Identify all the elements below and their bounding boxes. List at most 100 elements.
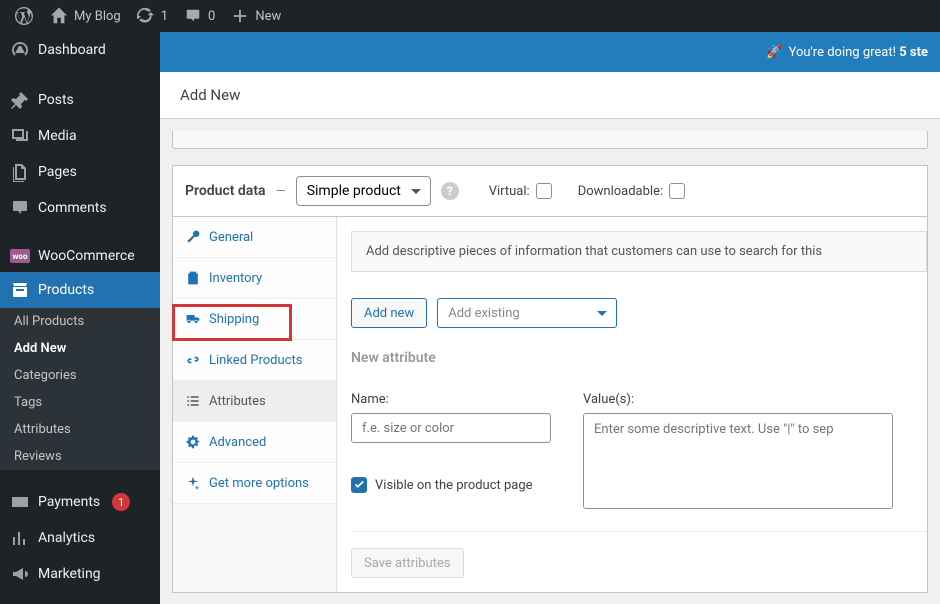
wrench-icon [185, 229, 201, 245]
payments-badge: 1 [112, 493, 130, 511]
downloadable-label: Downloadable: [578, 184, 663, 199]
attributes-pane: Add descriptive pieces of information th… [337, 217, 927, 592]
virtual-toggle[interactable]: Virtual: [489, 183, 552, 199]
sidebar-item-woocommerce[interactable]: woo WooCommerce [0, 240, 160, 272]
truck-icon [185, 311, 201, 327]
attribute-name-input[interactable] [351, 413, 551, 443]
tab-get-more[interactable]: Get more options [173, 463, 336, 504]
sidebar-label: Payments [38, 494, 100, 510]
sidebar-label: Pages [38, 164, 77, 180]
sidebar-item-posts[interactable]: Posts [0, 82, 160, 118]
sidebar-item-pages[interactable]: Pages [0, 154, 160, 190]
new-attribute-heading: New attribute [351, 350, 927, 366]
list-icon [185, 393, 201, 409]
submenu-add-new[interactable]: Add New [0, 335, 160, 362]
tab-label: Inventory [209, 271, 262, 286]
plus-icon [231, 7, 249, 25]
tab-attributes[interactable]: Attributes [173, 381, 336, 422]
tab-label: Linked Products [209, 353, 302, 368]
submenu-categories[interactable]: Categories [0, 362, 160, 389]
sidebar-item-media[interactable]: Media [0, 118, 160, 154]
sidebar-label: Posts [38, 92, 74, 108]
site-home[interactable]: My Blog [42, 0, 129, 32]
tab-label: Advanced [209, 435, 266, 450]
name-label: Name: [351, 392, 551, 407]
help-icon[interactable]: ? [441, 182, 459, 200]
sidebar-item-analytics[interactable]: Analytics [0, 520, 160, 556]
pages-icon [10, 162, 30, 182]
banner-text: You're doing great! [789, 45, 900, 60]
tab-label: General [209, 230, 253, 245]
sidebar-item-marketing[interactable]: Marketing [0, 556, 160, 592]
analytics-icon [10, 528, 30, 548]
virtual-label: Virtual: [489, 184, 530, 199]
sidebar-item-dashboard[interactable]: Dashboard [0, 32, 160, 68]
new-label: New [255, 9, 281, 24]
save-attributes-button[interactable]: Save attributes [351, 548, 464, 578]
comments-icon [10, 198, 30, 218]
submenu-attributes[interactable]: Attributes [0, 416, 160, 443]
downloadable-checkbox[interactable] [669, 183, 685, 199]
home-icon [50, 7, 68, 25]
comments-count: 0 [208, 9, 215, 24]
submenu-all-products[interactable]: All Products [0, 308, 160, 335]
virtual-checkbox[interactable] [536, 183, 552, 199]
comments[interactable]: 0 [176, 0, 223, 32]
sidebar-item-payments[interactable]: Payments 1 [0, 484, 160, 520]
banner-bold: 5 ste [899, 45, 928, 60]
attribute-values-input[interactable] [583, 413, 893, 509]
product-data-panel: Product data — Simple product ? Virtual:… [172, 165, 928, 593]
products-icon [10, 280, 30, 300]
new-content[interactable]: New [223, 0, 289, 32]
site-name: My Blog [74, 9, 121, 24]
sidebar-item-comments[interactable]: Comments [0, 190, 160, 226]
sidebar-item-products[interactable]: Products [0, 272, 160, 308]
sidebar-label: WooCommerce [38, 248, 135, 264]
tab-inventory[interactable]: Inventory [173, 258, 336, 299]
check-icon [353, 479, 365, 491]
content-area: 🚀 You're doing great! 5 ste Add New Prod… [160, 32, 940, 604]
rocket-icon: 🚀 [766, 45, 782, 60]
clipboard-icon [185, 270, 201, 286]
submenu-tags[interactable]: Tags [0, 389, 160, 416]
wp-logo[interactable] [6, 0, 42, 32]
tab-label: Attributes [209, 394, 266, 409]
add-new-attribute-button[interactable]: Add new [351, 298, 427, 328]
product-data-tabs: General Inventory Shipping Linked Produc… [173, 217, 337, 592]
comment-icon [184, 7, 202, 25]
downloadable-toggle[interactable]: Downloadable: [578, 183, 685, 199]
submenu-reviews[interactable]: Reviews [0, 443, 160, 470]
marketing-icon [10, 564, 30, 584]
admin-sidebar: Dashboard Posts Media Pages Comments woo… [0, 32, 160, 604]
tab-advanced[interactable]: Advanced [173, 422, 336, 463]
media-icon [10, 126, 30, 146]
completion-banner: 🚀 You're doing great! 5 ste [160, 32, 940, 72]
tab-label: Shipping [209, 312, 259, 327]
link-icon [185, 352, 201, 368]
updates[interactable]: 1 [129, 0, 176, 32]
visible-label: Visible on the product page [375, 478, 533, 493]
sparkle-icon [185, 475, 201, 491]
tab-shipping[interactable]: Shipping [173, 299, 336, 340]
metabox-fragment [172, 131, 928, 149]
update-icon [137, 7, 155, 25]
wordpress-icon [14, 6, 34, 26]
attributes-description: Add descriptive pieces of information th… [351, 231, 927, 272]
sidebar-label: Products [38, 282, 94, 298]
dashboard-icon [10, 40, 30, 60]
product-type-select[interactable]: Simple product [296, 176, 431, 206]
tab-linked[interactable]: Linked Products [173, 340, 336, 381]
payments-icon [10, 492, 30, 512]
product-data-header: Product data — Simple product ? Virtual:… [173, 166, 927, 217]
values-label: Value(s): [583, 392, 893, 407]
woo-icon: woo [10, 249, 30, 263]
sidebar-label: Dashboard [38, 42, 106, 58]
visible-checkbox[interactable] [351, 477, 367, 493]
tab-general[interactable]: General [173, 217, 336, 258]
page-header: Add New [160, 72, 940, 119]
dash: — [276, 184, 286, 199]
sidebar-label: Comments [38, 200, 107, 216]
updates-count: 1 [161, 9, 168, 24]
admin-toolbar: My Blog 1 0 New [0, 0, 940, 32]
add-existing-select[interactable]: Add existing [437, 298, 617, 328]
